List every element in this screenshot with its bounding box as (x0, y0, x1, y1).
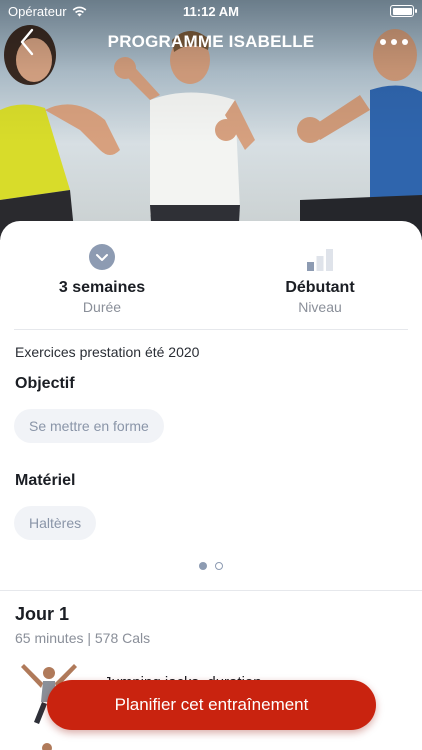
page-title: PROGRAMME ISABELLE (107, 32, 315, 51)
duration-stat: 3 semaines Durée (12, 243, 192, 315)
duration-value: 3 semaines (58, 279, 146, 296)
program-details-card: 3 semaines Durée Débutant Niveau Exercic… (0, 221, 422, 750)
divider (14, 329, 408, 330)
chevron-down-circle-icon (12, 243, 192, 271)
equipment-tag: Haltères (14, 506, 97, 540)
day-title: Jour 1 (15, 604, 70, 624)
exercise-thumbnail-partial (32, 741, 62, 750)
program-stats: 3 semaines Durée Débutant Niveau (0, 243, 422, 323)
level-stat: Débutant Niveau (230, 243, 410, 315)
clock: 11:12 AM (183, 4, 239, 19)
nav-bar: PROGRAMME ISABELLE (0, 24, 422, 60)
page-dot-2[interactable] (215, 562, 223, 570)
equipment-title: Matériel (15, 472, 76, 489)
level-value: Débutant (285, 279, 355, 296)
objective-tag: Se mettre en forme (14, 409, 164, 443)
program-description: Exercices prestation été 2020 (15, 344, 200, 360)
schedule-workout-button[interactable]: Planifier cet entraînement (47, 680, 376, 730)
page-dot-1[interactable] (199, 562, 207, 570)
duration-label: Durée (82, 299, 122, 315)
divider (0, 590, 422, 591)
chevron-left-icon[interactable] (16, 26, 40, 58)
objective-title: Objectif (15, 375, 75, 392)
battery-icon (390, 5, 417, 17)
level-label: Niveau (298, 299, 342, 315)
status-bar: Opérateur 11:12 AM (0, 0, 422, 22)
page-indicator[interactable] (0, 562, 422, 570)
signal-bars-icon (230, 243, 410, 271)
more-dots-icon[interactable] (380, 30, 408, 54)
day-meta: 65 minutes | 578 Cals (15, 630, 151, 646)
